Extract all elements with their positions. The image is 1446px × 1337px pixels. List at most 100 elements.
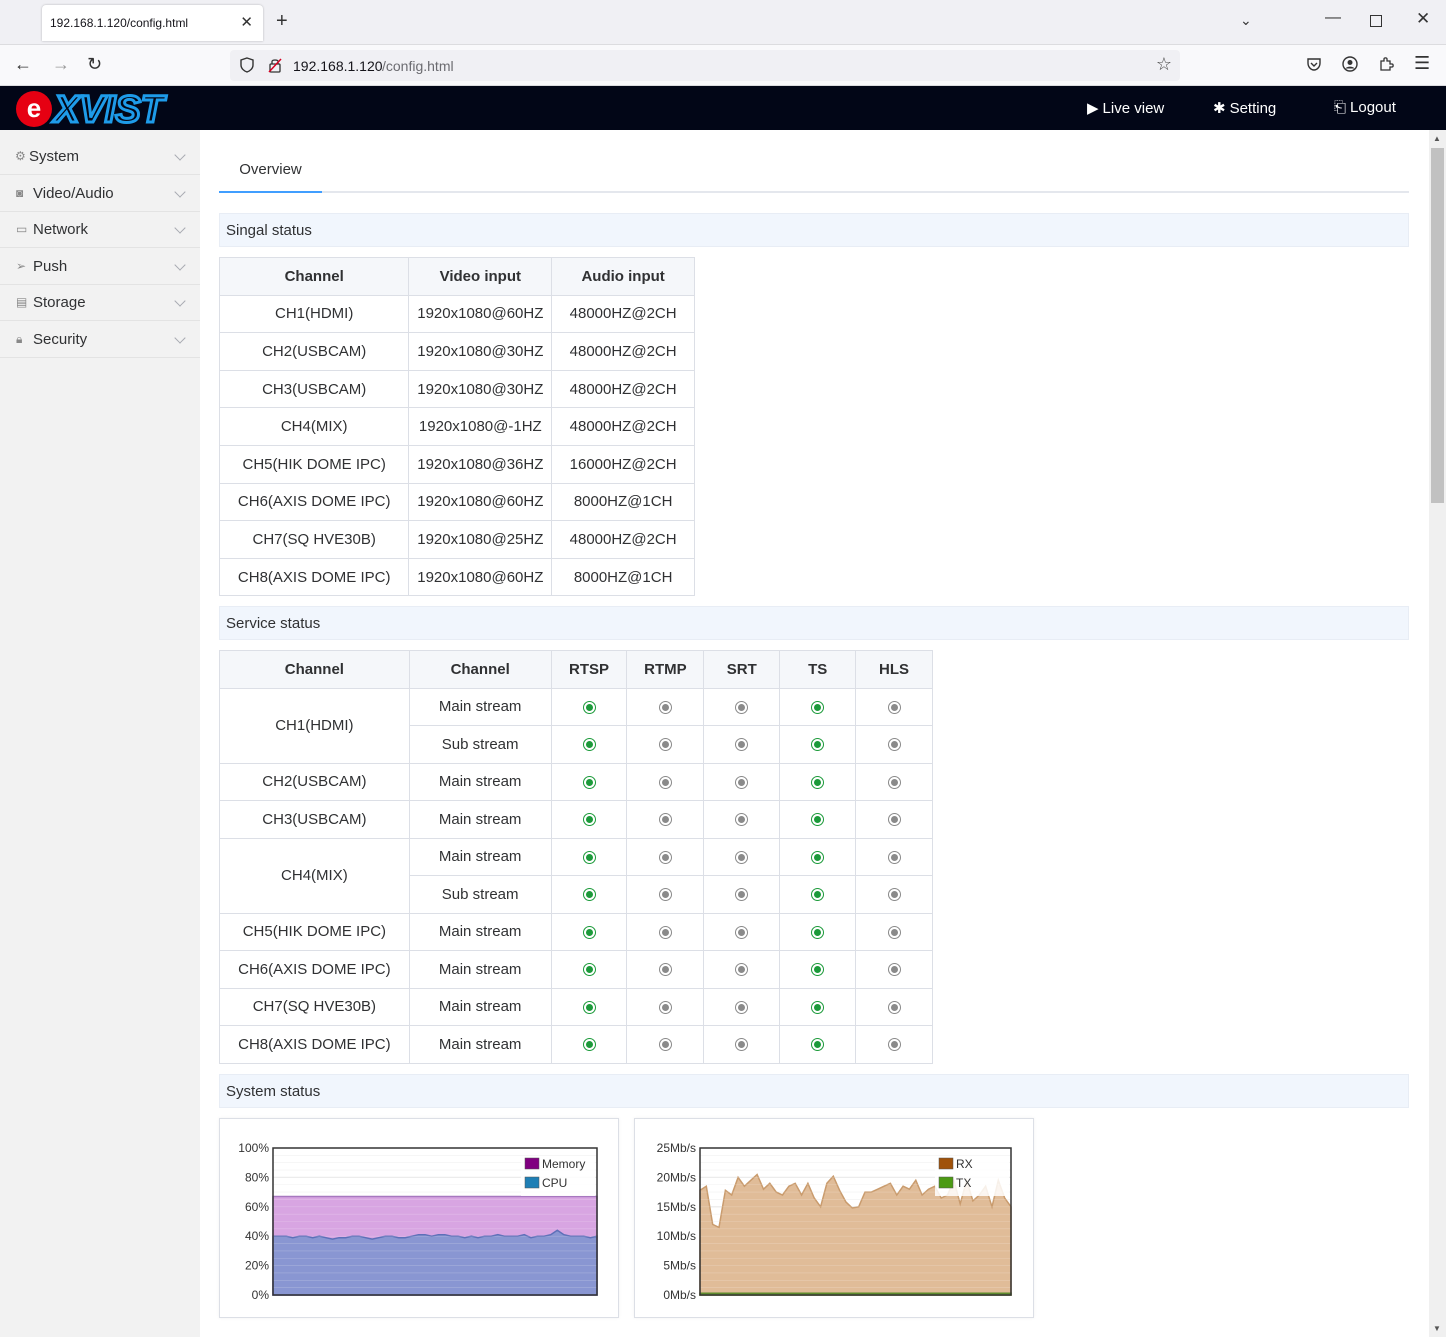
status-cell — [626, 1025, 705, 1064]
close-window-icon[interactable]: ✕ — [1416, 9, 1430, 29]
bookmark-star-icon[interactable]: ☆ — [1156, 54, 1172, 75]
status-cell — [550, 725, 628, 764]
new-tab-icon[interactable]: + — [276, 10, 288, 33]
sidebar-item-network[interactable]: ▭ Network — [0, 212, 200, 248]
tab-overview[interactable]: Overview — [219, 152, 322, 193]
status-cell — [626, 950, 705, 989]
network-traffic-chart-svg: 25Mb/s 20Mb/s 15Mb/s 10Mb/s 5Mb/s 0Mb/s RX TX — [657, 1141, 1012, 1302]
status-active-icon — [582, 813, 596, 827]
back-icon[interactable]: ← — [14, 54, 32, 75]
chevron-down-icon — [174, 149, 186, 161]
account-icon[interactable] — [1341, 55, 1359, 73]
browser-tab[interactable]: 192.168.1.120/config.html ✕ — [42, 5, 263, 41]
status-inactive-icon — [735, 1038, 749, 1052]
status-cell — [779, 950, 857, 989]
table-cell: CH4(MIX) — [218, 407, 410, 446]
cpu-memory-chart-svg: 100% 80% 60% 40% 20% 0% Memory CPU — [238, 1141, 598, 1302]
url-path: /config.html — [382, 58, 454, 74]
sidebar-item-storage[interactable]: ▤ Storage — [0, 285, 200, 321]
close-tab-icon[interactable]: ✕ — [240, 13, 253, 31]
sidebar-item-push[interactable]: ➢ Push — [0, 249, 200, 285]
table-row: CH2(USBCAM) 1920x1080@30HZ 48000HZ@2CH — [218, 332, 695, 371]
status-inactive-icon — [887, 1000, 901, 1014]
status-cell — [550, 762, 628, 801]
status-cell — [703, 800, 781, 839]
status-cell — [703, 837, 781, 876]
table-row: CH2(USBCAM) Main stream — [219, 762, 933, 801]
sidebar-item-label: Video/Audio — [33, 185, 114, 202]
status-cell — [855, 987, 933, 1026]
status-cell — [703, 875, 781, 914]
sidebar-item-label: System — [29, 148, 80, 165]
y-tick-label: 25Mb/s — [657, 1141, 696, 1155]
sidebar-item-system[interactable]: ⚙ System — [0, 139, 200, 175]
minimize-icon[interactable]: — — [1325, 9, 1341, 27]
extensions-icon[interactable] — [1377, 55, 1395, 73]
status-inactive-icon — [735, 700, 749, 714]
y-tick-label: 100% — [238, 1141, 269, 1155]
status-cell — [550, 1025, 628, 1064]
status-inactive-icon — [887, 963, 901, 977]
table-cell: 48000HZ@2CH — [551, 332, 695, 371]
stream-cell: Main stream — [408, 987, 552, 1026]
table-cell: 1920x1080@30HZ — [408, 369, 553, 409]
status-inactive-icon — [658, 963, 672, 977]
status-active-icon — [811, 738, 825, 752]
status-inactive-icon — [887, 813, 901, 827]
status-cell — [779, 762, 857, 801]
chevron-down-icon — [174, 186, 186, 198]
status-inactive-icon — [735, 775, 749, 789]
series-area-cpu — [272, 1229, 598, 1296]
browser-tab-bar: 192.168.1.120/config.html ✕ + ⌄ — ✕ — [0, 0, 1446, 45]
status-inactive-icon — [735, 738, 749, 752]
chevron-down-icon — [174, 222, 186, 234]
sidebar: ⚙ System ◙ Video/Audio ▭ Network ➢ Push … — [0, 130, 200, 1337]
scroll-down-icon[interactable]: ▼ — [1433, 1324, 1441, 1333]
sidebar-item-label: Push — [33, 258, 68, 275]
status-cell — [626, 800, 705, 839]
stream-cell: Main stream — [408, 800, 552, 839]
status-inactive-icon — [658, 775, 672, 789]
table-cell: 48000HZ@2CH — [551, 520, 695, 559]
tab-list-icon[interactable]: ⌄ — [1240, 12, 1252, 29]
menu-icon[interactable]: ☰ — [1414, 53, 1430, 74]
logout-link[interactable]: ⎗ Logout — [1334, 99, 1396, 116]
status-cell — [703, 912, 781, 951]
reload-icon[interactable]: ↻ — [87, 54, 102, 75]
sidebar-item-video-audio[interactable]: ◙ Video/Audio — [0, 176, 200, 212]
table-row: CH3(USBCAM) Main stream — [219, 800, 933, 839]
status-cell — [855, 762, 933, 801]
sidebar-item-label: Storage — [33, 294, 86, 311]
setting-link[interactable]: ✱ Setting — [1213, 99, 1276, 117]
forward-icon[interactable]: → — [52, 54, 70, 75]
legend-swatch — [938, 1157, 954, 1170]
table-cell: 48000HZ@2CH — [551, 294, 695, 334]
live-view-link[interactable]: ▶ Live view — [1087, 99, 1164, 117]
channel-cell: CH6(AXIS DOME IPC) — [219, 950, 410, 989]
y-tick-label: 40% — [245, 1229, 269, 1243]
status-cell — [703, 687, 781, 726]
column-header: TS — [779, 650, 857, 689]
status-cell — [626, 762, 705, 801]
address-bar[interactable]: 192.168.1.120 /config.html ☆ — [230, 50, 1180, 81]
pocket-icon[interactable] — [1305, 55, 1323, 73]
column-header: RTSP — [550, 650, 628, 689]
svg-text:e: e — [27, 93, 41, 123]
page-scrollbar[interactable]: ▲ ▼ — [1429, 130, 1446, 1337]
status-inactive-icon — [658, 850, 672, 864]
status-inactive-icon — [887, 700, 901, 714]
signal-status-table: Channel Video input Audio input CH1(HDMI) 1… — [218, 257, 695, 597]
exvist-logo[interactable]: e XVIST — [14, 89, 192, 129]
table-row: CH7(SQ HVE30B) Main stream — [219, 987, 933, 1026]
status-inactive-icon — [735, 925, 749, 939]
scroll-thumb[interactable] — [1431, 148, 1444, 503]
status-cell — [626, 837, 705, 876]
table-row: CH4(MIX) Main stream — [219, 837, 933, 914]
scroll-up-icon[interactable]: ▲ — [1433, 134, 1441, 143]
channel-cell: CH4(MIX) — [219, 837, 410, 914]
status-cell — [855, 837, 933, 876]
status-cell — [626, 875, 705, 914]
sidebar-item-security[interactable]: 🔒︎ Security — [0, 322, 200, 358]
table-row: CH6(AXIS DOME IPC) 1920x1080@60HZ 8000HZ@1… — [218, 482, 695, 522]
maximize-icon[interactable] — [1370, 15, 1382, 27]
